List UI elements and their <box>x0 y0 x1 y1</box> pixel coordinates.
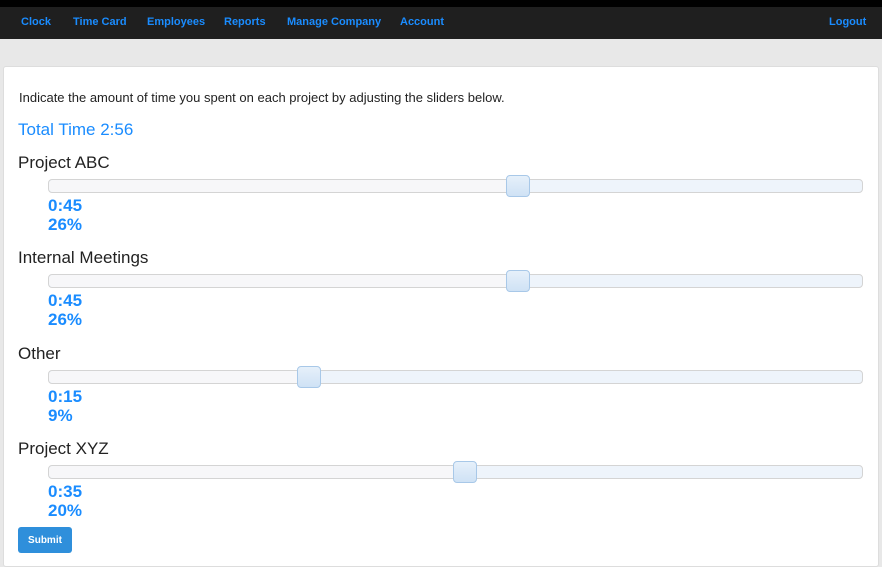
slider-handle[interactable] <box>506 175 531 197</box>
time-slider[interactable] <box>48 366 863 388</box>
project-row: Internal Meetings 0:45 26% <box>4 248 880 343</box>
project-time: 0:45 <box>48 196 83 215</box>
project-time: 0:15 <box>48 387 83 406</box>
slider-fill <box>49 180 519 192</box>
nav-reports[interactable]: Reports <box>224 16 266 28</box>
nav-manage-company[interactable]: Manage Company <box>287 16 381 28</box>
slider-handle[interactable] <box>453 461 478 483</box>
nav-clock[interactable]: Clock <box>21 16 51 28</box>
project-row: Project ABC 0:45 26% <box>4 153 880 248</box>
project-time: 0:35 <box>48 482 83 501</box>
time-slider[interactable] <box>48 270 863 292</box>
project-name: Project ABC <box>18 153 110 172</box>
total-time: Total Time 2:56 <box>18 120 134 139</box>
nav-account[interactable]: Account <box>400 16 444 28</box>
slider-handle[interactable] <box>506 270 531 292</box>
slider-handle[interactable] <box>297 366 322 388</box>
navbar: Clock Time Card Employees Reports Manage… <box>0 7 882 39</box>
project-row: Project XYZ 0:35 20% <box>4 439 880 534</box>
nav-time-card[interactable]: Time Card <box>73 16 127 28</box>
submit-button[interactable]: Submit <box>18 527 72 553</box>
time-slider[interactable] <box>48 175 863 197</box>
project-percent: 26% <box>48 215 83 234</box>
project-time: 0:45 <box>48 291 83 310</box>
time-slider[interactable] <box>48 461 863 483</box>
nav-logout[interactable]: Logout <box>829 16 866 28</box>
instructions: Indicate the amount of time you spent on… <box>19 90 505 105</box>
project-row: Other 0:15 9% <box>4 344 880 439</box>
project-percent: 20% <box>48 501 83 520</box>
project-percent: 9% <box>48 406 73 425</box>
project-percent: 26% <box>48 310 83 329</box>
slider-fill <box>49 466 466 478</box>
slider-fill <box>49 275 519 287</box>
slider-fill <box>49 371 310 383</box>
project-name: Internal Meetings <box>18 248 149 267</box>
nav-employees[interactable]: Employees <box>147 16 205 28</box>
project-name: Project XYZ <box>18 439 109 458</box>
top-bar <box>0 0 882 7</box>
allocation-panel: Indicate the amount of time you spent on… <box>3 66 879 567</box>
project-name: Other <box>18 344 61 363</box>
